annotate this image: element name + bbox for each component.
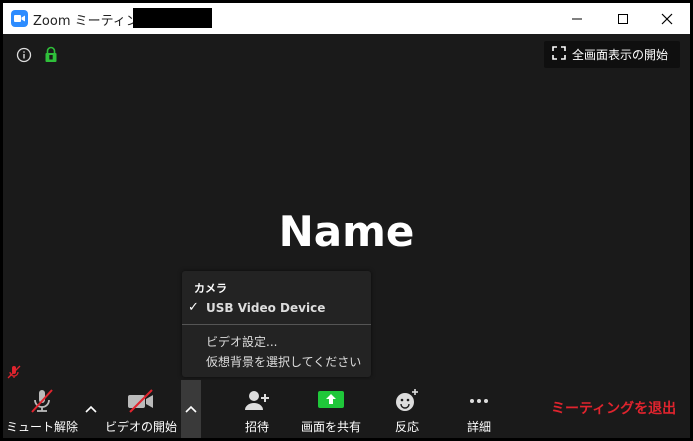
menu-divider — [182, 324, 371, 325]
participant-name: Name — [278, 207, 415, 256]
reaction-emoji-icon — [379, 388, 435, 414]
more-dots-icon — [451, 388, 507, 414]
audio-options-caret[interactable] — [81, 380, 101, 438]
encryption-lock-icon[interactable] — [44, 46, 58, 67]
invite-label: 招待 — [244, 420, 269, 434]
fullscreen-button[interactable]: 全画面表示の開始 — [544, 41, 680, 68]
start-video-label: ビデオの開始 — [104, 420, 177, 434]
share-screen-button[interactable]: 画面を共有 — [293, 380, 369, 438]
more-label: 詳細 — [466, 420, 491, 434]
more-button[interactable]: 詳細 — [451, 380, 507, 438]
video-settings-item[interactable]: ビデオ設定... — [182, 330, 371, 352]
video-settings-label: ビデオ設定... — [206, 335, 278, 349]
maximize-button[interactable] — [600, 3, 646, 34]
info-icon[interactable] — [16, 47, 32, 67]
video-off-camera-icon — [103, 388, 179, 414]
redacted-meeting-id — [133, 8, 212, 28]
camera-menu: カメラ ✓ USB Video Device ビデオ設定... 仮想背景を選択し… — [182, 271, 371, 377]
close-button[interactable] — [644, 3, 690, 34]
minimize-button[interactable] — [554, 3, 600, 34]
fullscreen-label: 全画面表示の開始 — [572, 48, 669, 62]
start-video-button[interactable]: ビデオの開始 — [103, 380, 179, 438]
reactions-label: 反応 — [394, 420, 419, 434]
invite-button[interactable]: 招待 — [225, 380, 289, 438]
checkmark-icon: ✓ — [188, 300, 199, 315]
camera-device-label: USB Video Device — [206, 301, 326, 315]
title-bar: Zoom ミーティング ID: — [3, 3, 690, 34]
zoom-app-icon — [11, 10, 28, 27]
camera-device-item[interactable]: ✓ USB Video Device — [182, 298, 371, 320]
add-participant-icon — [225, 388, 289, 414]
muted-microphone-icon — [3, 388, 81, 414]
meeting-toolbar: ミュート解除 ビデオの開始 招待 画面を共有 反応 詳細 ミーティングを退出 — [3, 380, 690, 438]
unmute-button[interactable]: ミュート解除 — [3, 380, 81, 438]
fullscreen-icon — [552, 45, 566, 64]
leave-meeting-button[interactable]: ミーティングを退出 — [551, 398, 676, 418]
share-screen-icon — [293, 388, 369, 410]
virtual-background-item[interactable]: 仮想背景を選択してください — [182, 350, 371, 372]
zoom-window: Zoom ミーティング ID: 全画面表示の開始 Name カメラ ✓ USB … — [3, 3, 690, 438]
virtual-background-label: 仮想背景を選択してください — [206, 355, 362, 369]
video-options-caret[interactable] — [181, 380, 201, 438]
reactions-button[interactable]: 反応 — [379, 380, 435, 438]
camera-menu-header: カメラ — [194, 282, 227, 295]
share-screen-label: 画面を共有 — [300, 420, 361, 434]
unmute-label: ミュート解除 — [5, 420, 78, 434]
